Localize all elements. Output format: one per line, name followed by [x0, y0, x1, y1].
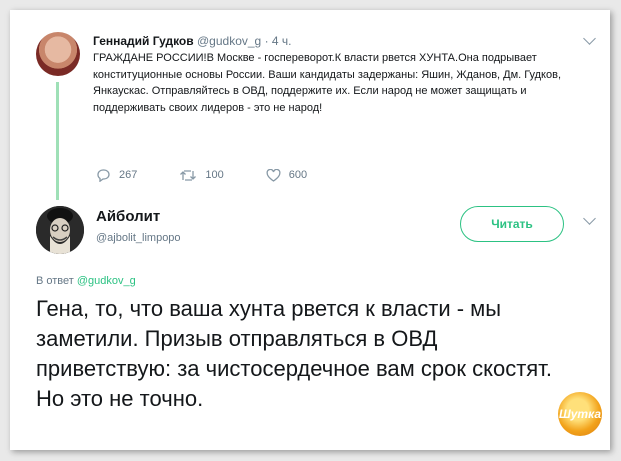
reply-action[interactable]: 267	[96, 168, 137, 182]
watermark-logo: Шутка	[558, 392, 602, 436]
follow-button[interactable]: Читать	[460, 206, 564, 242]
reply-to-mention[interactable]: @gudkov_g	[77, 275, 136, 287]
reply-author-avatar[interactable]	[36, 206, 84, 254]
time-separator: ·	[264, 34, 269, 48]
reply-icon	[97, 169, 110, 182]
parent-tweet-text: ГРАЖДАНЕ РОССИИ!В Москве - госпереворот.…	[93, 52, 562, 114]
like-count: 600	[288, 169, 308, 181]
reply-count: 267	[119, 169, 138, 181]
reply-author-name[interactable]: Айболит	[96, 208, 160, 225]
reply-to-line: В ответ @gudkov_g	[36, 275, 136, 287]
chevron-down-icon[interactable]	[583, 32, 596, 45]
chevron-down-icon[interactable]	[583, 212, 596, 225]
parent-author-avatar[interactable]	[36, 32, 80, 76]
parent-tweet-time[interactable]: 4 ч.	[272, 34, 292, 48]
retweet-count: 100	[205, 169, 224, 181]
retweet-icon	[180, 169, 197, 181]
reply-author-handle[interactable]: @ajbolit_limpopo	[96, 232, 181, 244]
parent-author-handle[interactable]: @gudkov_g	[197, 34, 261, 48]
avatar-portrait	[36, 206, 84, 254]
tweet-card: Геннадий Гудков @gudkov_g · 4 ч. ГРАЖДАН…	[10, 10, 610, 450]
like-icon	[266, 168, 281, 182]
parent-author-name[interactable]: Геннадий Гудков	[93, 34, 194, 48]
parent-tweet-header: Геннадий Гудков @gudkov_g · 4 ч.	[93, 34, 292, 48]
thread-line	[56, 82, 59, 200]
reply-tweet-text: Гена, то, что ваша хунта рвется к власти…	[36, 296, 552, 411]
retweet-action[interactable]: 100	[179, 169, 224, 182]
like-action[interactable]: 600	[266, 168, 308, 182]
parent-tweet-actions: 267 100 600	[96, 168, 349, 182]
reply-to-prefix: В ответ	[36, 275, 74, 287]
